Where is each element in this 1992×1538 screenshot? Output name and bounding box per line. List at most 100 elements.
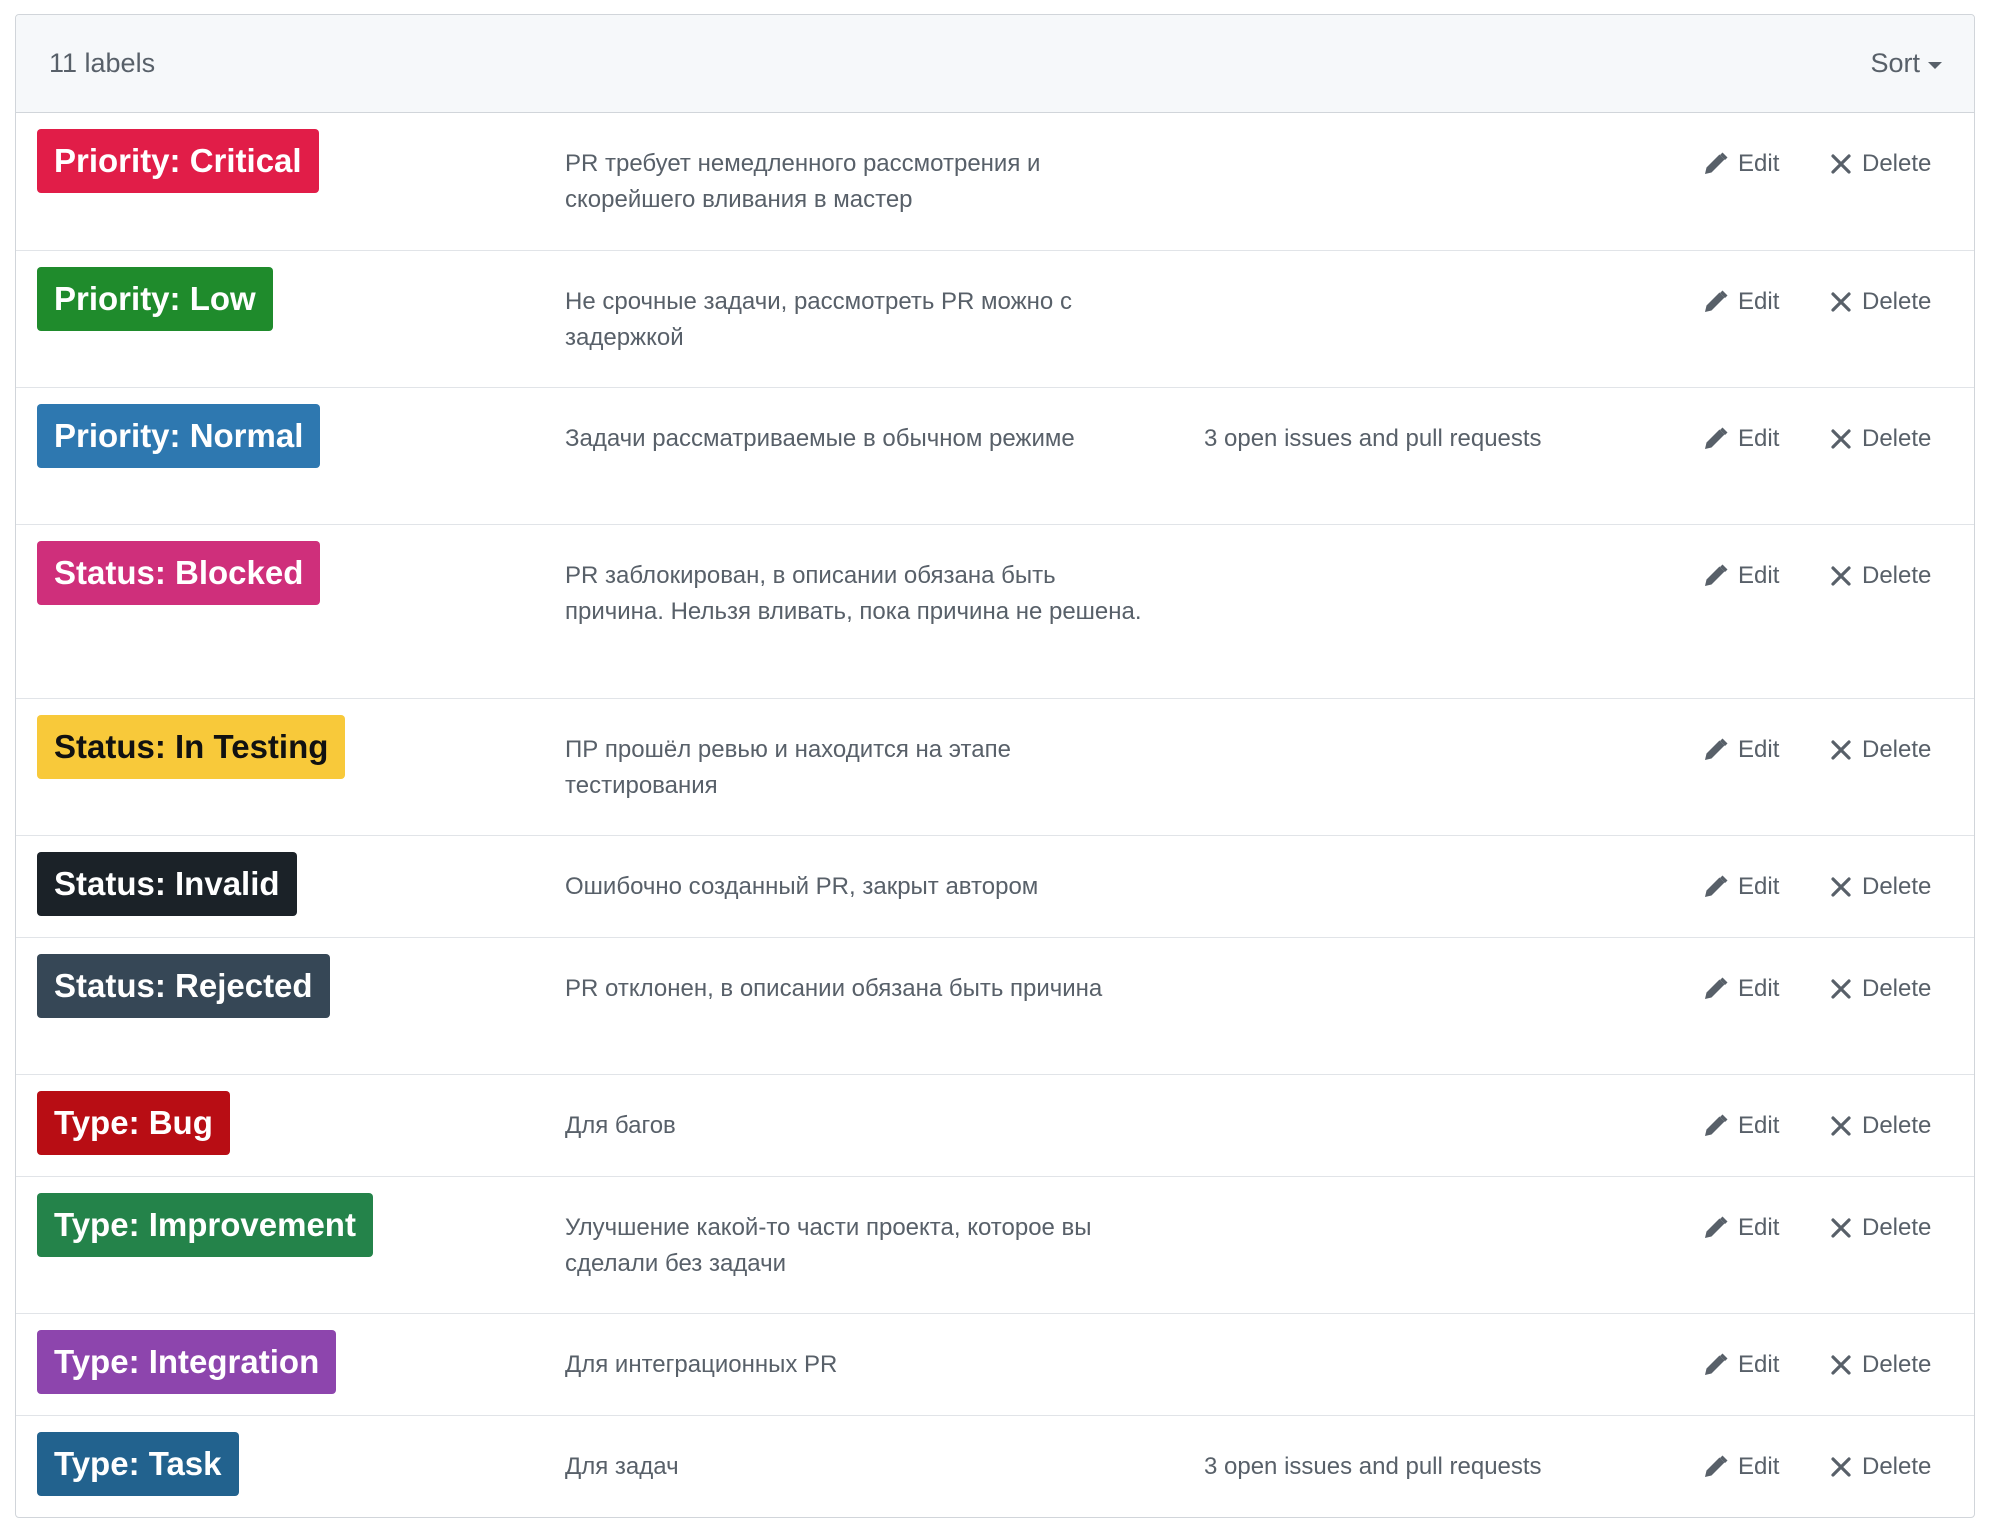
edit-button[interactable]: Edit [1702, 1214, 1830, 1242]
delete-button[interactable]: Delete [1830, 1351, 1931, 1379]
close-icon [1830, 291, 1852, 313]
label-badge[interactable]: Status: Blocked [37, 541, 321, 605]
label-actions: Edit Delete [1702, 558, 1931, 594]
edit-label: Edit [1738, 1214, 1780, 1241]
delete-button[interactable]: Delete [1830, 736, 1931, 764]
label-actions: Edit Delete [1702, 971, 1931, 1007]
delete-button[interactable]: Delete [1830, 1112, 1931, 1140]
edit-label: Edit [1738, 736, 1780, 763]
edit-button[interactable]: Edit [1702, 425, 1830, 453]
edit-label: Edit [1738, 150, 1780, 177]
pencil-icon [1702, 426, 1728, 452]
label-actions: Edit Delete [1702, 284, 1931, 320]
edit-button[interactable]: Edit [1702, 975, 1830, 1003]
close-icon [1830, 1456, 1852, 1478]
edit-button[interactable]: Edit [1702, 150, 1830, 178]
label-actions: Edit Delete [1702, 869, 1931, 905]
label-description: ПР прошёл ревью и находится на этапе тес… [565, 736, 1011, 799]
delete-label: Delete [1862, 736, 1932, 763]
label-badge[interactable]: Priority: Low [37, 267, 273, 331]
label-description: PR заблокирован, в описании обязана быть… [565, 562, 1142, 625]
delete-label: Delete [1862, 1351, 1932, 1378]
label-description: PR отклонен, в описании обязана быть при… [565, 975, 1103, 1002]
label-description: Ошибочно созданный PR, закрыт автором [565, 873, 1039, 900]
edit-button[interactable]: Edit [1702, 562, 1830, 590]
close-icon [1830, 739, 1852, 761]
label-actions: Edit Delete [1702, 1108, 1931, 1144]
pencil-icon [1702, 1454, 1728, 1480]
label-badge[interactable]: Type: Task [37, 1432, 239, 1496]
delete-button[interactable]: Delete [1830, 425, 1931, 453]
edit-button[interactable]: Edit [1702, 873, 1830, 901]
labels-list: 11 labels Sort Priority: Critical PR треб… [15, 14, 1975, 1518]
delete-button[interactable]: Delete [1830, 288, 1931, 316]
edit-label: Edit [1738, 1351, 1780, 1378]
delete-button[interactable]: Delete [1830, 1214, 1931, 1242]
delete-label: Delete [1862, 425, 1932, 452]
delete-button[interactable]: Delete [1830, 975, 1931, 1003]
label-row: Status: Invalid Ошибочно созданный PR, за… [16, 835, 1974, 937]
open-issues-link[interactable]: 3 open issues and pull requests [1204, 421, 1542, 457]
pencil-icon [1702, 289, 1728, 315]
label-actions: Edit Delete [1702, 1449, 1931, 1485]
label-description: Задачи рассматриваемые в обычном режиме [565, 425, 1075, 452]
edit-button[interactable]: Edit [1702, 736, 1830, 764]
delete-button[interactable]: Delete [1830, 562, 1931, 590]
label-badge[interactable]: Priority: Normal [37, 404, 321, 468]
label-actions: Edit Delete [1702, 421, 1931, 457]
label-description: Улучшение какой-то части проекта, которо… [565, 1214, 1092, 1277]
close-icon [1830, 978, 1852, 1000]
label-row: Type: Improvement Улучшение какой-то част… [16, 1176, 1974, 1313]
delete-label: Delete [1862, 975, 1932, 1002]
close-icon [1830, 1217, 1852, 1239]
delete-button[interactable]: Delete [1830, 873, 1931, 901]
edit-label: Edit [1738, 1453, 1780, 1480]
close-icon [1830, 428, 1852, 450]
delete-label: Delete [1862, 1453, 1932, 1480]
label-row: Status: Blocked PR заблокирован, в описан… [16, 524, 1974, 698]
edit-label: Edit [1738, 425, 1780, 452]
delete-label: Delete [1862, 288, 1932, 315]
edit-label: Edit [1738, 288, 1780, 315]
edit-button[interactable]: Edit [1702, 1112, 1830, 1140]
delete-button[interactable]: Delete [1830, 150, 1931, 178]
pencil-icon [1702, 874, 1728, 900]
labels-header: 11 labels Sort [16, 15, 1974, 113]
delete-label: Delete [1862, 562, 1932, 589]
label-badge[interactable]: Type: Improvement [37, 1193, 373, 1257]
label-rows: Priority: Critical PR требует немедленног… [16, 113, 1974, 1517]
edit-button[interactable]: Edit [1702, 1453, 1830, 1481]
label-description: Для интеграционных PR [565, 1351, 838, 1378]
pencil-icon [1702, 1215, 1728, 1241]
label-description: Для задач [565, 1453, 679, 1480]
delete-label: Delete [1862, 1214, 1932, 1241]
label-badge[interactable]: Status: Invalid [37, 852, 297, 916]
label-badge[interactable]: Type: Bug [37, 1091, 230, 1155]
edit-button[interactable]: Edit [1702, 288, 1830, 316]
label-actions: Edit Delete [1702, 1210, 1931, 1246]
open-issues-link[interactable]: 3 open issues and pull requests [1204, 1449, 1542, 1485]
label-description: Не срочные задачи, рассмотреть PR можно … [565, 288, 1072, 351]
label-badge[interactable]: Status: Rejected [37, 954, 330, 1018]
pencil-icon [1702, 976, 1728, 1002]
label-row: Type: Bug Для багов Edit Delete [16, 1074, 1974, 1176]
pencil-icon [1702, 563, 1728, 589]
caret-down-icon [1928, 62, 1942, 69]
close-icon [1830, 565, 1852, 587]
sort-label: Sort [1870, 48, 1920, 78]
close-icon [1830, 876, 1852, 898]
sort-dropdown[interactable]: Sort [1870, 48, 1942, 79]
label-badge[interactable]: Priority: Critical [37, 129, 319, 193]
pencil-icon [1702, 737, 1728, 763]
edit-button[interactable]: Edit [1702, 1351, 1830, 1379]
label-badge[interactable]: Type: Integration [37, 1330, 337, 1394]
close-icon [1830, 1115, 1852, 1137]
labels-count: 11 labels [49, 48, 156, 78]
delete-label: Delete [1862, 150, 1932, 177]
label-actions: Edit Delete [1702, 1347, 1931, 1383]
label-row: Type: Task Для задач 3 open issues and pul… [16, 1415, 1974, 1517]
label-badge[interactable]: Status: In Testing [37, 715, 346, 779]
delete-button[interactable]: Delete [1830, 1453, 1931, 1481]
delete-label: Delete [1862, 873, 1932, 900]
edit-label: Edit [1738, 873, 1780, 900]
